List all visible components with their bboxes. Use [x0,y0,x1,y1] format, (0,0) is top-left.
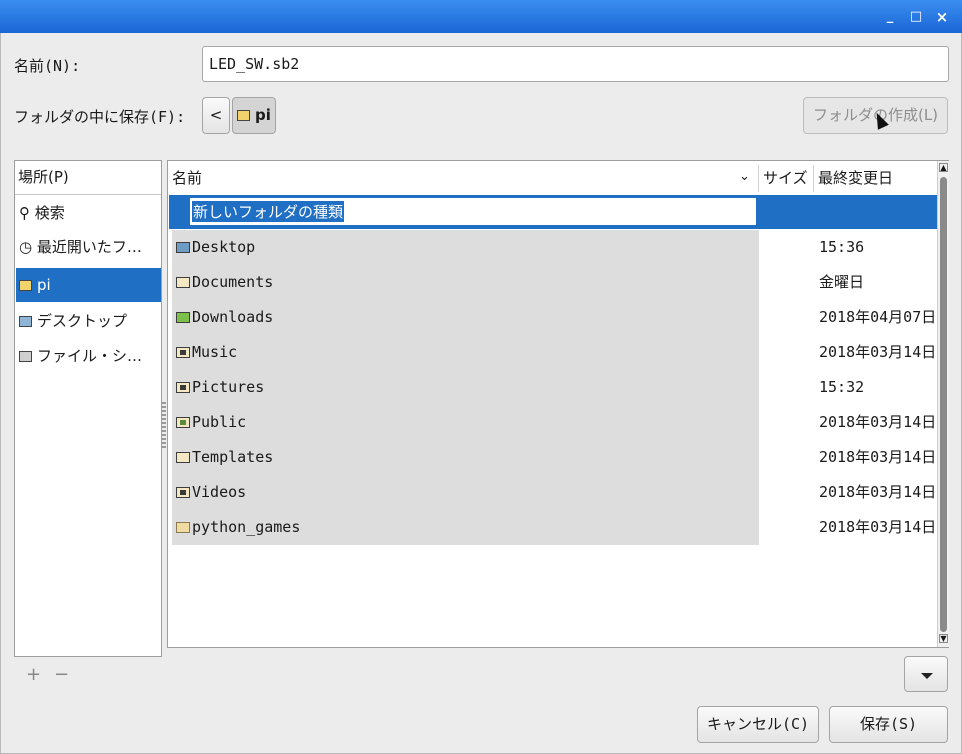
drive-icon [19,351,32,362]
downloads-folder-icon [176,312,190,323]
chevron-left-icon: < [209,106,223,124]
path-button-pi[interactable]: pi [232,97,276,134]
file-modified: 2018年03月14日 [819,483,937,501]
file-modified: 2018年03月14日 [819,343,937,361]
file-type-dropdown[interactable] [904,656,948,692]
templates-folder-icon [176,452,190,463]
place-item-filesystem[interactable]: ファイル・シ… [16,339,161,373]
place-item-desktop[interactable]: デスクトップ [16,304,161,338]
file-row-public[interactable]: Public 2018年03月14日 [169,405,937,440]
filename-value: LED_SW.sb2 [209,55,300,73]
path-back-button[interactable]: < [202,97,230,134]
file-name: Downloads [192,308,274,326]
videos-folder-icon [176,487,190,498]
save-in-folder-label: フォルダの中に保存(F): [14,108,186,126]
file-list: 名前 ⌄ サイズ 最終変更日 新しいフォルダの種類 Desktop 15:36 D… [167,160,949,648]
path-button-label: pi [255,106,271,124]
place-label: デスクトップ [37,312,128,330]
file-name: Documents [192,273,274,291]
file-row-python-games[interactable]: python_games 2018年03月14日 [169,510,937,545]
scroll-down-icon[interactable]: ▼ [939,634,948,643]
save-button[interactable]: 保存(S) [829,706,948,743]
music-folder-icon [176,347,190,358]
file-row-pictures[interactable]: Pictures 15:32 [169,370,937,405]
scroll-up-icon[interactable]: ▲ [939,163,948,172]
close-icon[interactable]: × [934,9,950,25]
file-row-downloads[interactable]: Downloads 2018年04月07日 [169,300,937,335]
pane-resize-handle[interactable] [162,402,166,448]
title-bar [0,0,962,33]
new-folder-name-text: 新しいフォルダの種類 [192,201,345,222]
column-separator [813,165,814,192]
file-modified: 2018年03月14日 [819,518,937,536]
file-modified: 金曜日 [819,273,865,291]
column-header-name[interactable]: 名前 [172,162,202,195]
minimize-icon[interactable]: _ [882,9,898,25]
file-modified: 15:36 [819,238,865,256]
column-header-modified[interactable]: 最終変更日 [818,162,893,195]
home-icon [237,110,251,121]
search-icon: ⚲ [19,204,35,222]
place-label: 検索 [34,204,65,222]
home-icon [19,280,32,291]
places-header[interactable]: 場所(P) [18,161,69,194]
file-name: python_games [192,518,301,536]
recent-icon: ◷ [19,238,37,256]
file-name: Pictures [192,378,265,396]
place-label: ファイル・シ… [37,347,143,365]
scrollbar-thumb[interactable] [940,177,947,632]
file-row-documents[interactable]: Documents 金曜日 [169,265,937,300]
file-name: Videos [192,483,247,501]
file-row-desktop[interactable]: Desktop 15:36 [169,230,937,265]
file-modified: 15:32 [819,378,865,396]
file-name: Music [192,343,238,361]
documents-folder-icon [176,277,190,288]
places-sidebar: 場所(P) ⚲ 検索 ◷ 最近開いたフ… pi デスクトップ ファイル・シ… [14,160,162,657]
file-row-music[interactable]: Music 2018年03月14日 [169,335,937,370]
name-label: 名前(N): [14,57,81,75]
place-item-recent[interactable]: ◷ 最近開いたフ… [16,230,161,264]
place-label: pi [37,276,51,294]
desktop-icon [19,316,32,327]
desktop-folder-icon [176,242,190,253]
new-folder-row: 新しいフォルダの種類 [169,195,937,229]
place-label: 最近開いたフ… [36,238,142,256]
filename-input[interactable]: LED_SW.sb2 [202,46,949,82]
place-item-pi[interactable]: pi [16,268,161,302]
vertical-scrollbar[interactable]: ▲ ▼ [937,161,949,647]
column-separator [758,165,759,192]
file-name: Public [192,413,247,431]
new-folder-name-input[interactable]: 新しいフォルダの種類 [189,197,757,226]
dropdown-arrow-icon [921,673,933,679]
maximize-icon[interactable]: □ [908,9,924,25]
file-modified: 2018年03月14日 [819,448,937,466]
places-divider [15,194,161,195]
file-modified: 2018年04月07日 [819,308,937,326]
chevron-down-icon[interactable]: ⌄ [739,169,750,184]
remove-place-button[interactable]: − [54,664,69,685]
file-name: Desktop [192,238,256,256]
place-item-search[interactable]: ⚲ 検索 [16,196,161,230]
add-place-button[interactable]: + [26,664,41,685]
column-header-size[interactable]: サイズ [763,162,808,195]
file-row-templates[interactable]: Templates 2018年03月14日 [169,440,937,475]
pictures-folder-icon [176,382,190,393]
folder-icon [176,522,190,533]
file-modified: 2018年03月14日 [819,413,937,431]
public-folder-icon [176,417,190,428]
file-row-videos[interactable]: Videos 2018年03月14日 [169,475,937,510]
file-name: Templates [192,448,274,466]
cancel-button[interactable]: キャンセル(C) [697,706,819,743]
